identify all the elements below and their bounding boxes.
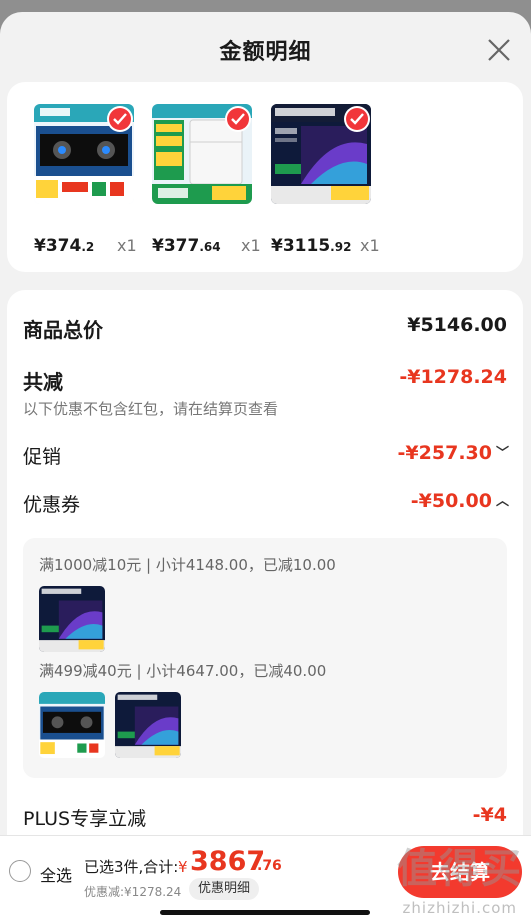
- product-quantity: x1: [241, 236, 261, 255]
- product-list-card: ¥374.2 x1 ¥377.64 x1 ¥3115.92 x1: [7, 82, 523, 272]
- promotion-label[interactable]: 促销: [23, 442, 61, 469]
- product-price: ¥377.64: [152, 236, 221, 256]
- total-currency: ¥: [178, 858, 188, 876]
- selection-summary: 已选3件,合计:: [84, 858, 179, 876]
- watermark-url: zhizhizhi.com: [402, 899, 517, 917]
- product-price: ¥3115.92: [271, 236, 352, 256]
- product-image-fridge: [152, 104, 252, 204]
- product-item[interactable]: ¥3115.92 x1: [271, 104, 381, 256]
- saved-amount: 优惠减:¥1278.24: [84, 885, 182, 899]
- goods-total-value: ¥5146.00: [407, 314, 507, 336]
- product-image-stove: [34, 104, 134, 204]
- total-amount: 3867: [190, 846, 266, 877]
- close-icon[interactable]: [485, 36, 513, 64]
- coupon-rule: 满1000减10元 | 小计4148.00，已减10.00: [39, 556, 336, 574]
- select-all-radio[interactable]: [9, 860, 31, 882]
- product-quantity: x1: [117, 236, 137, 255]
- selected-check-icon: [346, 108, 368, 130]
- goods-total-label: 商品总价: [23, 318, 103, 342]
- coupon-breakdown: 满1000减10元 | 小计4148.00，已减10.00 满499减40元 |…: [23, 538, 507, 778]
- product-item[interactable]: ¥374.2 x1: [34, 104, 144, 256]
- product-quantity: x1: [360, 236, 380, 255]
- discount-detail-button[interactable]: 优惠明细: [189, 878, 259, 900]
- select-all-label[interactable]: 全选: [40, 862, 72, 886]
- total-amount-decimal: .76: [257, 858, 282, 874]
- coupon-label[interactable]: 优惠券: [23, 490, 80, 517]
- coupon-product-image-tv: [115, 692, 181, 758]
- chevron-down-icon: ﹀: [495, 446, 509, 461]
- reduction-note: 以下优惠不包含红包，请在结算页查看: [23, 400, 279, 418]
- plus-discount-label: PLUS专享立减: [23, 808, 147, 830]
- promotion-value[interactable]: -¥257.30 ﹀: [398, 442, 509, 464]
- price-details-card: 商品总价 ¥5146.00 共减 -¥1278.24 以下优惠不包含红包，请在结…: [7, 290, 523, 920]
- coupon-value[interactable]: -¥50.00 ︿: [411, 490, 509, 512]
- checkout-bar: 全选 已选3件,合计: ¥ 3867 .76 优惠减:¥1278.24 优惠明细…: [0, 835, 531, 920]
- amount-detail-sheet: 金额明细 ¥374.2 x1 ¥377.64 x1 ¥3115.92 x1 商品…: [0, 12, 531, 920]
- home-indicator: [160, 910, 370, 915]
- reduction-label: 共减: [23, 370, 63, 394]
- plus-discount-value: -¥4: [472, 804, 507, 826]
- product-image-tv: [271, 104, 371, 204]
- coupon-rule: 满499减40元 | 小计4647.00，已减40.00: [39, 662, 327, 680]
- product-price: ¥374.2: [34, 236, 95, 256]
- checkout-button[interactable]: 去结算: [398, 846, 522, 898]
- chevron-up-icon: ︿: [495, 494, 509, 509]
- coupon-product-image-stove: [39, 692, 105, 758]
- reduction-value: -¥1278.24: [399, 366, 507, 388]
- product-item[interactable]: ¥377.64 x1: [152, 104, 262, 256]
- selected-check-icon: [227, 108, 249, 130]
- coupon-product-image-tv: [39, 586, 105, 652]
- page-title: 金额明细: [219, 40, 312, 65]
- selected-check-icon: [109, 108, 131, 130]
